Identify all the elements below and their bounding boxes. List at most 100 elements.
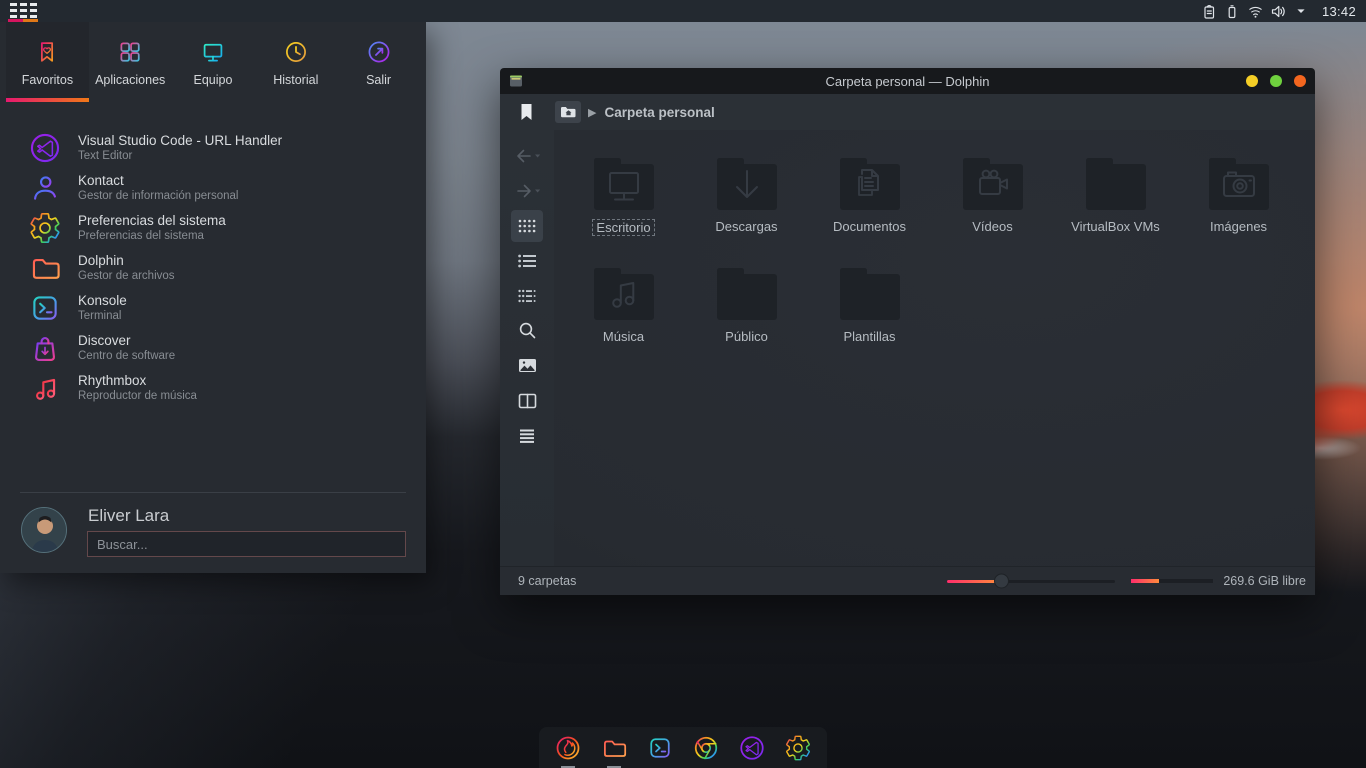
folder-camera-icon (1207, 156, 1271, 212)
app-item-kontact[interactable]: Kontact Gestor de información personal (0, 168, 426, 208)
dock-file-manager[interactable] (600, 734, 628, 762)
battery-icon[interactable] (1224, 3, 1241, 20)
folder-icon (1084, 156, 1148, 212)
zoom-slider[interactable] (947, 580, 1115, 583)
details-view-button[interactable] (500, 278, 554, 313)
tab-salir[interactable]: Salir (337, 22, 420, 102)
dock-vscode[interactable] (738, 734, 766, 762)
caret-down-icon[interactable] (1293, 3, 1310, 20)
app-name: Visual Studio Code - URL Handler (78, 133, 282, 149)
bookmark-icon[interactable] (520, 103, 533, 121)
folder-document-icon (838, 156, 902, 212)
monitor-icon (199, 38, 227, 66)
split-view-button[interactable] (500, 383, 554, 418)
app-name: Kontact (78, 173, 238, 189)
volume-icon[interactable] (1270, 3, 1287, 20)
home-folder-icon (560, 105, 577, 119)
app-item-konsole[interactable]: Konsole Terminal (0, 288, 426, 328)
home-breadcrumb-button[interactable] (555, 101, 581, 123)
icons-view-icon (517, 218, 537, 234)
folder-name: Público (725, 329, 768, 344)
forward-button[interactable] (500, 173, 554, 208)
folder-item-plantillas[interactable]: Plantillas (808, 258, 931, 368)
folder-monitor-icon (592, 156, 656, 212)
network-icon[interactable] (1247, 3, 1264, 20)
tab-equipo[interactable]: Equipo (172, 22, 255, 102)
menu-icon (518, 428, 536, 444)
app-description: Text Editor (78, 149, 282, 163)
search-input[interactable] (87, 531, 406, 557)
logout-icon (365, 38, 393, 66)
folder-name: Plantillas (843, 329, 895, 344)
folder-view[interactable]: Escritorio Descargas (554, 130, 1315, 566)
back-button[interactable] (500, 138, 554, 173)
dock-chrome[interactable] (692, 734, 720, 762)
clock-icon (282, 38, 310, 66)
folder-item-virtualbox[interactable]: VirtualBox VMs (1054, 148, 1177, 258)
avatar[interactable] (21, 507, 67, 553)
app-item-rhythmbox[interactable]: Rhythmbox Reproductor de música (0, 368, 426, 408)
chrome-icon (692, 734, 720, 762)
folder-name: VirtualBox VMs (1071, 219, 1160, 234)
dock (539, 727, 827, 768)
folder-item-imagenes[interactable]: Imágenes (1177, 148, 1300, 258)
app-item-preferencias[interactable]: Preferencias del sistema Preferencias de… (0, 208, 426, 248)
folder-video-icon (961, 156, 1025, 212)
person-icon (28, 171, 62, 205)
breadcrumb-location[interactable]: Carpeta personal (604, 105, 714, 120)
panel-clock[interactable]: 13:42 (1322, 4, 1356, 19)
minimize-button[interactable] (1246, 75, 1258, 87)
app-item-vscode[interactable]: Visual Studio Code - URL Handler Text Ed… (0, 128, 426, 168)
zoom-slider-fill (947, 580, 997, 583)
app-grid-icon (116, 38, 144, 66)
dolphin-window: Carpeta personal — Dolphin ▶ Carpeta per… (500, 68, 1315, 595)
close-button[interactable] (1294, 75, 1306, 87)
folder-item-descargas[interactable]: Descargas (685, 148, 808, 258)
menu-button[interactable] (500, 418, 554, 453)
tab-aplicaciones[interactable]: Aplicaciones (89, 22, 172, 102)
tab-label: Favoritos (22, 73, 73, 87)
preview-image-icon (518, 358, 537, 373)
folder-item-videos[interactable]: Vídeos (931, 148, 1054, 258)
view-toolbar (500, 130, 554, 566)
app-item-dolphin[interactable]: Dolphin Gestor de archivos (0, 248, 426, 288)
app-item-discover[interactable]: Discover Centro de software (0, 328, 426, 368)
window-titlebar[interactable]: Carpeta personal — Dolphin (500, 68, 1315, 94)
app-launcher-button[interactable] (0, 0, 46, 22)
clipboard-icon[interactable] (1201, 3, 1218, 20)
zoom-slider-handle[interactable] (994, 574, 1009, 589)
app-description: Preferencias del sistema (78, 229, 226, 243)
terminal-icon (28, 291, 62, 325)
tab-label: Historial (273, 73, 318, 87)
folder-item-documentos[interactable]: Documentos (808, 148, 931, 258)
top-panel: 13:42 (0, 0, 1366, 22)
folder-item-escritorio[interactable]: Escritorio (562, 148, 685, 258)
free-space-label: 269.6 GiB libre (1223, 574, 1306, 588)
tab-favoritos[interactable]: Favoritos (6, 22, 89, 102)
dock-terminal[interactable] (646, 734, 674, 762)
tab-historial[interactable]: Historial (254, 22, 337, 102)
compact-view-button[interactable] (500, 243, 554, 278)
application-launcher-popup: Favoritos Aplicaciones Equipo Historial (0, 22, 426, 573)
launcher-tabbar: Favoritos Aplicaciones Equipo Historial (0, 22, 426, 102)
launcher-active-underline (8, 19, 38, 22)
maximize-button[interactable] (1270, 75, 1282, 87)
app-name: Dolphin (78, 253, 175, 269)
music-note-icon (28, 371, 62, 405)
preview-button[interactable] (500, 348, 554, 383)
favorites-app-list: Visual Studio Code - URL Handler Text Ed… (0, 128, 426, 408)
icons-view-button[interactable] (500, 208, 554, 243)
free-space-bar-fill (1131, 579, 1159, 583)
window-title: Carpeta personal — Dolphin (500, 74, 1315, 89)
folder-music-icon (592, 266, 656, 322)
folder-name: Documentos (833, 219, 906, 234)
dock-settings[interactable] (784, 734, 812, 762)
file-manager-icon (600, 734, 628, 762)
folder-item-publico[interactable]: Público (685, 258, 808, 368)
app-grid-icon (10, 3, 37, 18)
search-button[interactable] (500, 313, 554, 348)
dock-firefox[interactable] (554, 734, 582, 762)
split-view-icon (518, 393, 537, 409)
folder-item-musica[interactable]: Música (562, 258, 685, 368)
app-description: Gestor de información personal (78, 189, 238, 203)
